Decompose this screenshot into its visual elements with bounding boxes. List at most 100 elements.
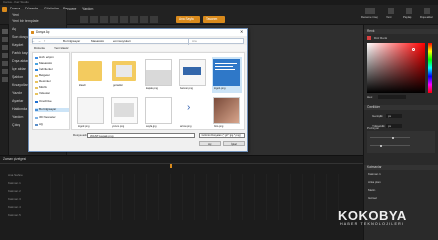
- move-tool-icon[interactable]: [1, 37, 8, 42]
- search-box[interactable]: Ara: [188, 39, 245, 45]
- timeline-track[interactable]: Katman 3: [8, 198, 21, 201]
- file-item[interactable]: yorum.png: [110, 95, 140, 129]
- file-item[interactable]: logo2.png: [76, 95, 106, 129]
- new-icon[interactable]: [388, 8, 394, 14]
- layer-item[interactable]: Metin: [368, 189, 375, 192]
- brush-tool-icon[interactable]: [1, 61, 8, 66]
- organize-button[interactable]: Düzenle: [34, 46, 45, 50]
- breadcrumb-item[interactable]: Masaüstü: [91, 40, 104, 43]
- menu-item-about[interactable]: Hakkında: [12, 107, 27, 112]
- file-item[interactable]: gorseller: [110, 57, 140, 93]
- menu-item-save[interactable]: Kaydet: [12, 43, 23, 48]
- menu-item-shortcuts[interactable]: Kısayollar: [12, 83, 28, 88]
- menu-item-template[interactable]: Şablon: [12, 75, 23, 80]
- redo-icon[interactable]: [90, 16, 98, 23]
- nav-item[interactable]: Videolar: [35, 92, 69, 96]
- menu-item-open[interactable]: Aç: [12, 27, 16, 32]
- layers-icon[interactable]: [150, 16, 158, 23]
- nav-item[interactable]: OneDrive: [35, 100, 69, 104]
- share-icon[interactable]: [406, 8, 412, 14]
- layer-item[interactable]: Arka plan: [368, 181, 381, 184]
- menu-item-print[interactable]: Yazdır: [12, 91, 22, 96]
- menu-item-new-template[interactable]: Yeni bir template: [12, 19, 39, 24]
- nav-item[interactable]: Belgeler: [35, 74, 69, 78]
- rotation-slider-track[interactable]: [370, 145, 410, 147]
- opacity-slider-track[interactable]: [370, 137, 410, 139]
- filetype-select[interactable]: Görüntü Dosyaları (*.gif *.jpg *.png): [199, 133, 245, 138]
- filename-input[interactable]: WANT-kapak.png: [87, 133, 195, 138]
- file-item[interactable]: kapak.png: [144, 57, 174, 93]
- back-icon[interactable]: ←: [32, 39, 35, 43]
- text-icon[interactable]: [130, 16, 138, 23]
- breadcrumb-item[interactable]: Bu bilgisayar: [63, 40, 80, 43]
- color-picker-area[interactable]: [367, 43, 425, 93]
- close-icon[interactable]: ✕: [240, 30, 243, 34]
- new-button[interactable]: Yeni: [386, 16, 391, 19]
- text-tool-icon[interactable]: [1, 45, 8, 50]
- color-picker-handle[interactable]: [412, 48, 415, 51]
- nav-item[interactable]: İndirilenler: [35, 68, 69, 72]
- tab-design[interactable]: Tasarım: [203, 16, 225, 23]
- open-button[interactable]: Aç: [199, 141, 221, 146]
- nav-item[interactable]: 3D Nesneler: [35, 116, 69, 120]
- file-item[interactable]: klasör: [76, 57, 106, 93]
- nav-item-label: Resimler: [39, 79, 51, 84]
- playhead-marker[interactable]: [170, 163, 172, 168]
- width-field[interactable]: px: [386, 114, 402, 118]
- undo-icon[interactable]: [80, 16, 88, 23]
- opacity-slider-knob[interactable]: [392, 136, 394, 139]
- timeline-grid[interactable]: [50, 174, 350, 220]
- menu-item-help[interactable]: Yardım: [12, 115, 23, 120]
- hue-slider[interactable]: [428, 43, 432, 93]
- nav-item[interactable]: Masaüstü: [35, 62, 69, 66]
- share-button[interactable]: Paylaş: [403, 16, 411, 19]
- image-tool-icon[interactable]: [1, 69, 8, 74]
- file-item-selected[interactable]: logo1.png: [212, 57, 242, 93]
- nav-item[interactable]: Müzik: [35, 86, 69, 90]
- nav-item-selected[interactable]: Bu bilgisayar: [35, 108, 69, 112]
- timeline-track[interactable]: Katman 1: [8, 182, 21, 185]
- breadcrumb-item[interactable]: eminsoylulari: [113, 40, 131, 43]
- preview-image-button[interactable]: Deneme imaj: [361, 16, 377, 19]
- menu-item-export[interactable]: Dışa aktar: [12, 59, 28, 64]
- file-item[interactable]: › arrow.png: [178, 95, 208, 129]
- menu-item-import[interactable]: İçe aktar: [12, 67, 26, 72]
- align-icon[interactable]: [110, 16, 118, 23]
- shape-tool-icon[interactable]: [1, 53, 8, 58]
- menu-item-new[interactable]: Yeni: [12, 13, 19, 18]
- shape-icon[interactable]: [140, 16, 148, 23]
- address-bar[interactable]: Bu bilgisayar Masaüstü eminsoylulari Ara: [32, 38, 245, 45]
- height-field[interactable]: px: [386, 124, 402, 128]
- grid-icon[interactable]: [100, 16, 108, 23]
- timeline-track[interactable]: Ana Sahne: [8, 174, 23, 177]
- nav-item[interactable]: Hızlı erişim: [35, 56, 69, 60]
- crop-icon[interactable]: [120, 16, 128, 23]
- up-icon[interactable]: ↑: [44, 39, 46, 43]
- file-item[interactable]: sayfa.jpg: [144, 95, 174, 129]
- color-mode-label[interactable]: Düz Renk: [374, 36, 387, 40]
- timeline-track[interactable]: Katman 4: [8, 206, 21, 209]
- rotation-slider-knob[interactable]: [380, 144, 382, 147]
- layer-item[interactable]: Görsel: [368, 197, 377, 200]
- hex-field[interactable]: [378, 95, 406, 99]
- menu-item-exit[interactable]: Çıkış: [12, 123, 20, 128]
- preview-image-icon[interactable]: [365, 8, 375, 14]
- timeline-track[interactable]: Katman 5: [8, 214, 21, 217]
- export-button[interactable]: Dışa aktar: [420, 16, 433, 19]
- cancel-button[interactable]: İptal: [223, 141, 245, 146]
- new-folder-button[interactable]: Yeni klasör: [54, 46, 69, 50]
- export-icon[interactable]: [424, 8, 430, 14]
- forward-icon[interactable]: →: [38, 39, 41, 43]
- menu-help[interactable]: Yardım: [82, 7, 93, 12]
- fill-swatch[interactable]: [367, 36, 371, 40]
- timeline-track[interactable]: Katman 2: [8, 190, 21, 193]
- zoom-tool-icon[interactable]: [1, 77, 8, 82]
- select-tool-icon[interactable]: [1, 29, 8, 34]
- nav-item[interactable]: Ağ: [35, 123, 69, 127]
- file-item[interactable]: foto.png: [212, 95, 242, 129]
- file-item[interactable]: banner.png: [178, 57, 208, 93]
- layer-item[interactable]: Katman 1: [368, 173, 381, 176]
- tab-home[interactable]: Ana Sayfa: [176, 16, 200, 23]
- nav-item[interactable]: Resimler: [35, 80, 69, 84]
- menu-item-settings[interactable]: Ayarlar: [12, 99, 23, 104]
